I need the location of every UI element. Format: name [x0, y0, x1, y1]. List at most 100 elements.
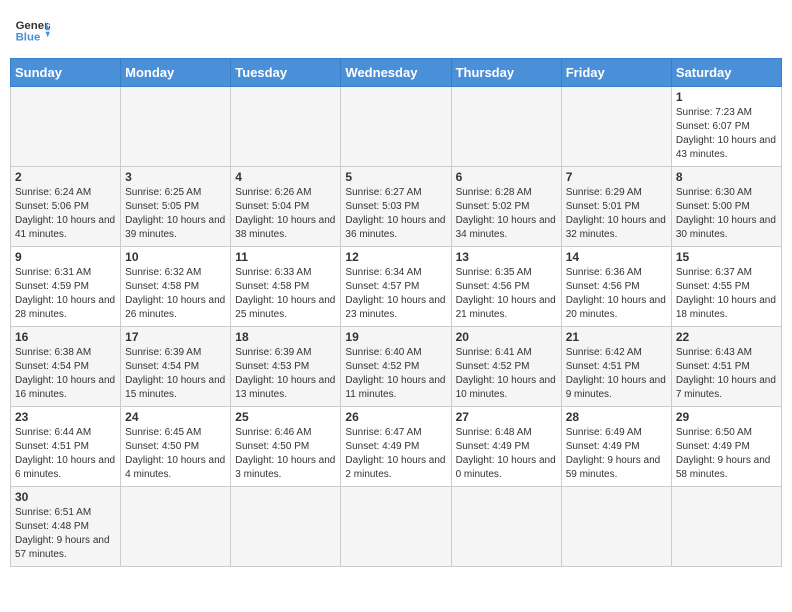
day-info: Sunrise: 6:43 AMSunset: 4:51 PMDaylight:…: [676, 346, 777, 402]
calendar: SundayMondayTuesdayWednesdayThursdayFrid…: [10, 58, 782, 567]
calendar-cell: [341, 87, 451, 167]
day-info: Sunrise: 6:29 AMSunset: 5:01 PMDaylight:…: [566, 186, 667, 242]
logo-icon: General Blue: [14, 16, 50, 46]
day-info: Sunrise: 6:48 AMSunset: 4:49 PMDaylight:…: [456, 426, 557, 482]
day-info: Sunrise: 7:23 AMSunset: 6:07 PMDaylight:…: [676, 106, 777, 162]
day-number: 4: [235, 170, 336, 184]
calendar-cell: 15 Sunrise: 6:37 AMSunset: 4:55 PMDayligh…: [671, 247, 781, 327]
calendar-cell: 3 Sunrise: 6:25 AMSunset: 5:05 PMDaylight…: [121, 167, 231, 247]
day-number: 10: [125, 250, 226, 264]
day-number: 1: [676, 90, 777, 104]
calendar-cell: 24 Sunrise: 6:45 AMSunset: 4:50 PMDayligh…: [121, 407, 231, 487]
calendar-cell: 16 Sunrise: 6:38 AMSunset: 4:54 PMDayligh…: [11, 327, 121, 407]
day-info: Sunrise: 6:41 AMSunset: 4:52 PMDaylight:…: [456, 346, 557, 402]
day-info: Sunrise: 6:46 AMSunset: 4:50 PMDaylight:…: [235, 426, 336, 482]
calendar-cell: 17 Sunrise: 6:39 AMSunset: 4:54 PMDayligh…: [121, 327, 231, 407]
day-info: Sunrise: 6:50 AMSunset: 4:49 PMDaylight:…: [676, 426, 777, 482]
calendar-cell: 11 Sunrise: 6:33 AMSunset: 4:58 PMDayligh…: [231, 247, 341, 327]
calendar-cell: [561, 487, 671, 567]
calendar-cell: 28Sunrise: 6:49 AMSunset: 4:49 PMDayligh…: [561, 407, 671, 487]
calendar-cell: [671, 487, 781, 567]
day-info: Sunrise: 6:35 AMSunset: 4:56 PMDaylight:…: [456, 266, 557, 322]
logo: General Blue: [14, 16, 50, 46]
calendar-week-1: 1 Sunrise: 7:23 AMSunset: 6:07 PMDaylight…: [11, 87, 782, 167]
calendar-cell: 25 Sunrise: 6:46 AMSunset: 4:50 PMDayligh…: [231, 407, 341, 487]
day-info: Sunrise: 6:33 AMSunset: 4:58 PMDaylight:…: [235, 266, 336, 322]
calendar-cell: 26 Sunrise: 6:47 AMSunset: 4:49 PMDayligh…: [341, 407, 451, 487]
calendar-cell: 10 Sunrise: 6:32 AMSunset: 4:58 PMDayligh…: [121, 247, 231, 327]
calendar-cell: 1 Sunrise: 7:23 AMSunset: 6:07 PMDaylight…: [671, 87, 781, 167]
calendar-cell: 20Sunrise: 6:41 AMSunset: 4:52 PMDayligh…: [451, 327, 561, 407]
day-info: Sunrise: 6:45 AMSunset: 4:50 PMDaylight:…: [125, 426, 226, 482]
day-header-thursday: Thursday: [451, 59, 561, 87]
calendar-week-6: 30Sunrise: 6:51 AMSunset: 4:48 PMDayligh…: [11, 487, 782, 567]
day-number: 18: [235, 330, 336, 344]
day-number: 16: [15, 330, 116, 344]
calendar-cell: [231, 487, 341, 567]
calendar-cell: 5Sunrise: 6:27 AMSunset: 5:03 PMDaylight…: [341, 167, 451, 247]
calendar-cell: [341, 487, 451, 567]
day-number: 23: [15, 410, 116, 424]
day-info: Sunrise: 6:47 AMSunset: 4:49 PMDaylight:…: [345, 426, 446, 482]
calendar-cell: [561, 87, 671, 167]
calendar-cell: 27 Sunrise: 6:48 AMSunset: 4:49 PMDayligh…: [451, 407, 561, 487]
day-info: Sunrise: 6:31 AMSunset: 4:59 PMDaylight:…: [15, 266, 116, 322]
svg-text:Blue: Blue: [16, 31, 41, 43]
day-number: 15: [676, 250, 777, 264]
day-number: 25: [235, 410, 336, 424]
day-info: Sunrise: 6:26 AMSunset: 5:04 PMDaylight:…: [235, 186, 336, 242]
day-header-saturday: Saturday: [671, 59, 781, 87]
calendar-cell: 29 Sunrise: 6:50 AMSunset: 4:49 PMDayligh…: [671, 407, 781, 487]
day-info: Sunrise: 6:38 AMSunset: 4:54 PMDaylight:…: [15, 346, 116, 402]
day-info: Sunrise: 6:25 AMSunset: 5:05 PMDaylight:…: [125, 186, 226, 242]
calendar-cell: 6Sunrise: 6:28 AMSunset: 5:02 PMDaylight…: [451, 167, 561, 247]
day-number: 24: [125, 410, 226, 424]
day-number: 3: [125, 170, 226, 184]
calendar-cell: 2 Sunrise: 6:24 AMSunset: 5:06 PMDaylight…: [11, 167, 121, 247]
day-info: Sunrise: 6:32 AMSunset: 4:58 PMDaylight:…: [125, 266, 226, 322]
calendar-week-5: 23 Sunrise: 6:44 AMSunset: 4:51 PMDayligh…: [11, 407, 782, 487]
calendar-cell: 8 Sunrise: 6:30 AMSunset: 5:00 PMDaylight…: [671, 167, 781, 247]
day-header-monday: Monday: [121, 59, 231, 87]
day-info: Sunrise: 6:44 AMSunset: 4:51 PMDaylight:…: [15, 426, 116, 482]
day-number: 30: [15, 490, 116, 504]
day-info: Sunrise: 6:30 AMSunset: 5:00 PMDaylight:…: [676, 186, 777, 242]
day-number: 12: [345, 250, 446, 264]
day-info: Sunrise: 6:24 AMSunset: 5:06 PMDaylight:…: [15, 186, 116, 242]
day-info: Sunrise: 6:37 AMSunset: 4:55 PMDaylight:…: [676, 266, 777, 322]
calendar-cell: 4 Sunrise: 6:26 AMSunset: 5:04 PMDaylight…: [231, 167, 341, 247]
day-number: 8: [676, 170, 777, 184]
day-info: Sunrise: 6:27 AMSunset: 5:03 PMDaylight:…: [345, 186, 446, 242]
day-number: 29: [676, 410, 777, 424]
day-number: 27: [456, 410, 557, 424]
calendar-cell: [231, 87, 341, 167]
day-number: 21: [566, 330, 667, 344]
day-info: Sunrise: 6:40 AMSunset: 4:52 PMDaylight:…: [345, 346, 446, 402]
calendar-cell: 19 Sunrise: 6:40 AMSunset: 4:52 PMDayligh…: [341, 327, 451, 407]
day-number: 26: [345, 410, 446, 424]
day-number: 17: [125, 330, 226, 344]
day-header-wednesday: Wednesday: [341, 59, 451, 87]
day-number: 22: [676, 330, 777, 344]
calendar-week-3: 9 Sunrise: 6:31 AMSunset: 4:59 PMDaylight…: [11, 247, 782, 327]
calendar-cell: 23 Sunrise: 6:44 AMSunset: 4:51 PMDayligh…: [11, 407, 121, 487]
day-info: Sunrise: 6:28 AMSunset: 5:02 PMDaylight:…: [456, 186, 557, 242]
calendar-cell: 22 Sunrise: 6:43 AMSunset: 4:51 PMDayligh…: [671, 327, 781, 407]
header: General Blue: [10, 10, 782, 50]
calendar-cell: 14Sunrise: 6:36 AMSunset: 4:56 PMDayligh…: [561, 247, 671, 327]
day-info: Sunrise: 6:39 AMSunset: 4:54 PMDaylight:…: [125, 346, 226, 402]
day-number: 2: [15, 170, 116, 184]
day-number: 14: [566, 250, 667, 264]
calendar-cell: 13Sunrise: 6:35 AMSunset: 4:56 PMDayligh…: [451, 247, 561, 327]
day-info: Sunrise: 6:42 AMSunset: 4:51 PMDaylight:…: [566, 346, 667, 402]
day-header-sunday: Sunday: [11, 59, 121, 87]
day-number: 11: [235, 250, 336, 264]
day-number: 19: [345, 330, 446, 344]
calendar-cell: [11, 87, 121, 167]
calendar-cell: [121, 487, 231, 567]
day-number: 28: [566, 410, 667, 424]
calendar-cell: [121, 87, 231, 167]
calendar-cell: 7Sunrise: 6:29 AMSunset: 5:01 PMDaylight…: [561, 167, 671, 247]
day-number: 9: [15, 250, 116, 264]
calendar-cell: 12Sunrise: 6:34 AMSunset: 4:57 PMDayligh…: [341, 247, 451, 327]
